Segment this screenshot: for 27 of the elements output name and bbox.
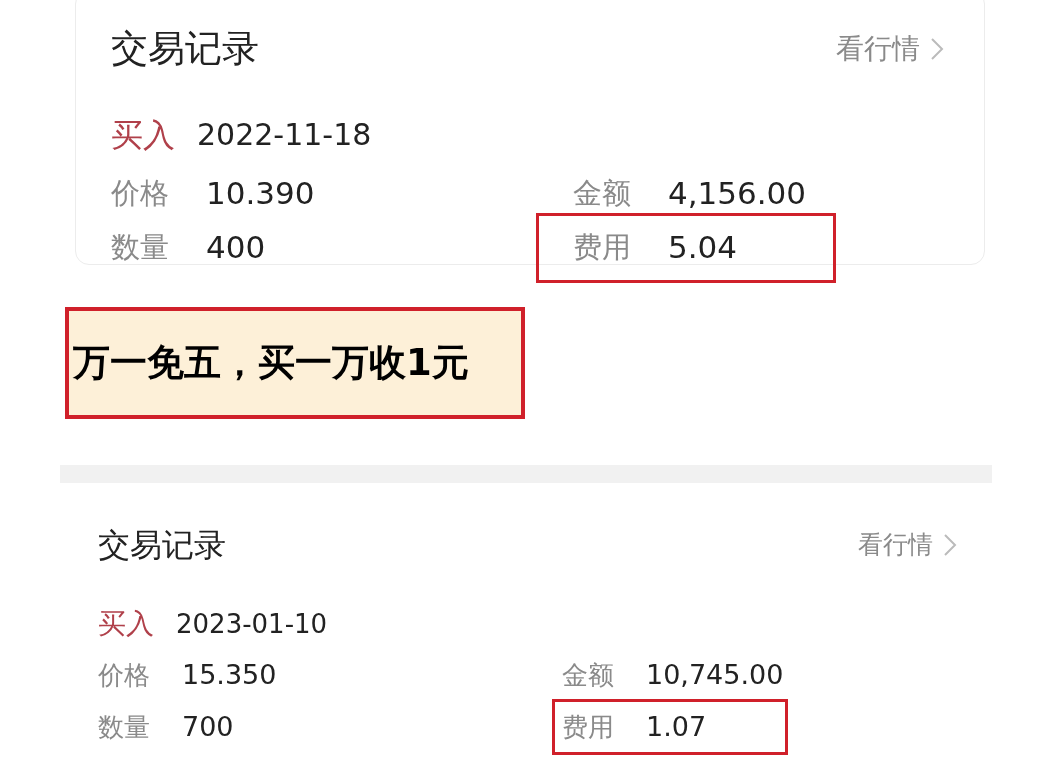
- field-value: 700: [182, 709, 234, 744]
- field-label: 数量: [98, 710, 151, 744]
- field-value: 10.390: [206, 174, 315, 214]
- market-link[interactable]: 看行情: [836, 27, 944, 70]
- field-value: 10,745.00: [646, 657, 784, 692]
- section-title: 交易记录: [111, 26, 259, 72]
- annotation-note: 万一免五，买一万收1元: [65, 307, 525, 419]
- section-title: 交易记录: [98, 525, 226, 566]
- trade-side: 买入: [111, 114, 175, 156]
- field-label: 费用: [562, 710, 615, 744]
- field-value: 400: [206, 228, 266, 268]
- market-link[interactable]: 看行情: [858, 526, 957, 564]
- field-value: 1.07: [646, 709, 707, 744]
- field-label: 金额: [573, 174, 632, 212]
- trade-side: 买入: [98, 606, 154, 642]
- trade-date: 2023-01-10: [176, 607, 328, 641]
- trade-date: 2022-11-18: [197, 116, 372, 154]
- field-value: 4,156.00: [668, 174, 807, 214]
- field-label: 价格: [111, 174, 170, 212]
- field-value: 5.04: [668, 228, 738, 268]
- field-label: 价格: [98, 658, 151, 692]
- field-value: 15.350: [182, 657, 277, 692]
- chevron-right-icon: [943, 533, 957, 557]
- field-label: 费用: [573, 228, 632, 266]
- chevron-right-icon: [930, 36, 944, 61]
- field-label: 数量: [111, 228, 170, 266]
- field-label: 金额: [562, 658, 615, 692]
